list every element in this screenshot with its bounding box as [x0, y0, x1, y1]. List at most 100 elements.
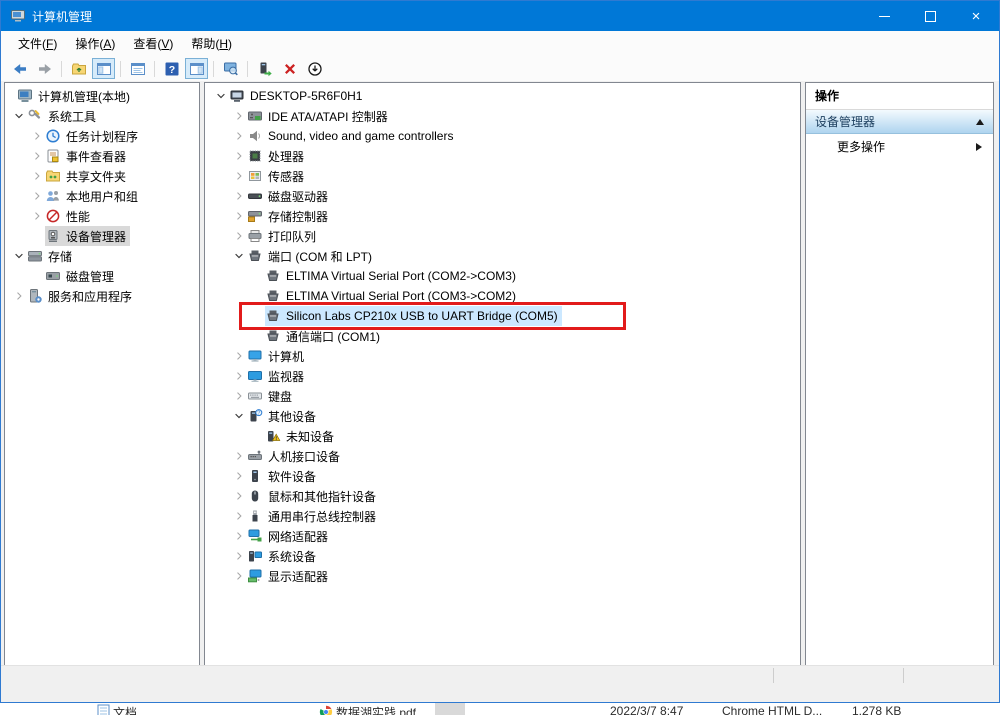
menu-item-h[interactable]: 帮助(H) [182, 31, 241, 56]
expand-arrow-icon[interactable] [231, 208, 247, 224]
expand-arrow-icon[interactable] [231, 148, 247, 164]
tree-item-body[interactable]: 传感器 [247, 166, 308, 186]
menu-item-a[interactable]: 操作(A) [66, 31, 124, 56]
expand-arrow-icon[interactable] [231, 388, 247, 404]
tree-item-body[interactable]: 系统设备 [247, 546, 320, 566]
tree-item-body[interactable]: 鼠标和其他指针设备 [247, 486, 380, 506]
selected-tree-item[interactable]: 设备管理器 [45, 226, 130, 246]
tree-item[interactable]: 键盘 [205, 386, 800, 406]
tree-item[interactable]: Sound, video and game controllers [205, 126, 800, 146]
tree-item[interactable]: 软件设备 [205, 466, 800, 486]
tree-item[interactable]: 鼠标和其他指针设备 [205, 486, 800, 506]
minimize-button[interactable] [861, 1, 907, 31]
expand-arrow-icon[interactable] [231, 568, 247, 584]
tree-item-body[interactable]: ELTIMA Virtual Serial Port (COM2->COM3) [265, 266, 520, 286]
tree-item[interactable]: 计算机 [205, 346, 800, 366]
tree-item[interactable]: DESKTOP-5R6F0H1 [205, 86, 800, 106]
tree-item-body[interactable]: DESKTOP-5R6F0H1 [229, 86, 366, 106]
tree-item[interactable]: 网络适配器 [205, 526, 800, 546]
tree-item[interactable]: 打印队列 [205, 226, 800, 246]
tree-item-body[interactable]: 计算机管理(本地) [17, 86, 134, 106]
tree-item-body[interactable]: 软件设备 [247, 466, 320, 486]
tree-item-body[interactable]: 服务和应用程序 [27, 286, 136, 306]
tree-item-body[interactable]: ?其他设备 [247, 406, 320, 426]
tree-item-body[interactable]: 处理器 [247, 146, 308, 166]
show-console-tree-button[interactable] [92, 58, 115, 79]
tree-item-body[interactable]: 键盘 [247, 386, 296, 406]
forward-button[interactable] [33, 58, 56, 79]
tree-item[interactable]: 通信端口 (COM1) [205, 326, 800, 346]
tree-item[interactable]: 计算机管理(本地) [5, 86, 199, 106]
tree-item-body[interactable]: 性能 [45, 206, 94, 226]
tree-item[interactable]: 磁盘驱动器 [205, 186, 800, 206]
tree-item[interactable]: 端口 (COM 和 LPT) [205, 246, 800, 266]
tree-item[interactable]: 未知设备 [205, 426, 800, 446]
more-actions-item[interactable]: 更多操作 [806, 134, 993, 159]
tree-item[interactable]: ?其他设备 [205, 406, 800, 426]
expand-arrow-icon[interactable] [231, 488, 247, 504]
tree-item[interactable]: 监视器 [205, 366, 800, 386]
expand-arrow-icon[interactable] [231, 108, 247, 124]
expand-arrow-icon[interactable] [231, 468, 247, 484]
collapse-arrow-icon[interactable] [11, 248, 27, 264]
expand-arrow-icon[interactable] [231, 228, 247, 244]
tree-item-body[interactable]: 人机接口设备 [247, 446, 344, 466]
maximize-button[interactable] [907, 1, 953, 31]
tree-item[interactable]: Silicon Labs CP210x USB to UART Bridge (… [205, 306, 800, 326]
collapse-arrow-icon[interactable] [11, 108, 27, 124]
expand-arrow-icon[interactable] [11, 288, 27, 304]
up-folder-button[interactable] [67, 58, 90, 79]
collapse-arrow-icon[interactable] [231, 248, 247, 264]
expand-arrow-icon[interactable] [231, 368, 247, 384]
collapse-arrow-icon[interactable] [231, 408, 247, 424]
expand-arrow-icon[interactable] [231, 548, 247, 564]
tree-item-body[interactable]: 端口 (COM 和 LPT) [247, 246, 376, 266]
tree-item[interactable]: 共享文件夹 [5, 166, 199, 186]
tree-item[interactable]: 服务和应用程序 [5, 286, 199, 306]
tree-item[interactable]: 处理器 [205, 146, 800, 166]
tree-item-body[interactable]: 显示适配器 [247, 566, 332, 586]
actions-section-header[interactable]: 设备管理器 [806, 110, 993, 134]
tree-item[interactable]: 通用串行总线控制器 [205, 506, 800, 526]
tree-item[interactable]: 本地用户和组 [5, 186, 199, 206]
disable-device-button[interactable] [303, 58, 326, 79]
tree-item[interactable]: 传感器 [205, 166, 800, 186]
help-button[interactable]: ? [160, 58, 183, 79]
tree-item[interactable]: 存储 [5, 246, 199, 266]
tree-item-body[interactable]: 任务计划程序 [45, 126, 142, 146]
expand-arrow-icon[interactable] [29, 208, 45, 224]
tree-item[interactable]: 磁盘管理 [5, 266, 199, 286]
tree-item-body[interactable]: 存储控制器 [247, 206, 332, 226]
expand-arrow-icon[interactable] [231, 508, 247, 524]
tree-item-body[interactable]: 系统工具 [27, 106, 100, 126]
tree-item-body[interactable]: 监视器 [247, 366, 308, 386]
explorer-file-row[interactable]: 数据湖实践.pdf [318, 704, 416, 715]
expand-arrow-icon[interactable] [29, 168, 45, 184]
explorer-folder-item[interactable]: 文档 [96, 704, 137, 715]
uninstall-device-button[interactable] [278, 58, 301, 79]
tree-item-body[interactable]: 磁盘管理 [45, 266, 118, 286]
tree-item[interactable]: 任务计划程序 [5, 126, 199, 146]
close-button[interactable]: × [953, 1, 999, 31]
tree-item-body[interactable]: 计算机 [247, 346, 308, 366]
tree-item[interactable]: ELTIMA Virtual Serial Port (COM3->COM2) [205, 286, 800, 306]
tree-item[interactable]: 显示适配器 [205, 566, 800, 586]
expand-arrow-icon[interactable] [29, 148, 45, 164]
expand-arrow-icon[interactable] [231, 348, 247, 364]
menu-item-f[interactable]: 文件(F) [9, 31, 66, 56]
tree-item[interactable]: 事件查看器 [5, 146, 199, 166]
expand-arrow-icon[interactable] [231, 448, 247, 464]
expand-arrow-icon[interactable] [231, 528, 247, 544]
tree-item-body[interactable]: 网络适配器 [247, 526, 332, 546]
tree-item[interactable]: IDE ATA/ATAPI 控制器 [205, 106, 800, 126]
tree-item-body[interactable]: 通用串行总线控制器 [247, 506, 380, 526]
tree-item[interactable]: 人机接口设备 [205, 446, 800, 466]
tree-item[interactable]: 系统工具 [5, 106, 199, 126]
tree-item-body[interactable]: 未知设备 [265, 426, 338, 446]
expand-arrow-icon[interactable] [231, 188, 247, 204]
tree-item-body[interactable]: 本地用户和组 [45, 186, 142, 206]
tree-item[interactable]: ELTIMA Virtual Serial Port (COM2->COM3) [205, 266, 800, 286]
expand-arrow-icon[interactable] [231, 168, 247, 184]
tree-item-body[interactable]: 存储 [27, 246, 76, 266]
tree-item-body[interactable]: 磁盘驱动器 [247, 186, 332, 206]
